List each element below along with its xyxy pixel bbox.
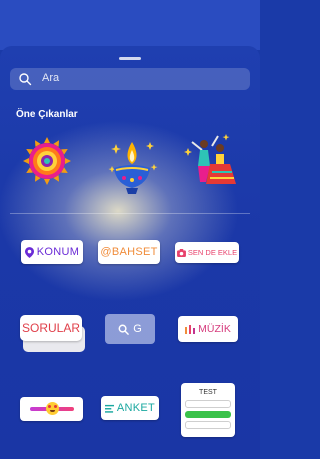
location-sticker[interactable]: KONUM: [21, 240, 83, 264]
search-bar[interactable]: Ara: [10, 68, 250, 90]
gif-search-sticker[interactable]: G: [105, 314, 155, 344]
music-bars-icon: [185, 324, 196, 334]
featured-title: Öne Çıkanlar: [16, 109, 78, 120]
mention-sticker[interactable]: @BAHSET: [98, 240, 160, 264]
camera-icon: [176, 248, 186, 257]
heart-eyes-emoji-icon: [45, 402, 59, 415]
section-divider: [10, 213, 250, 214]
gif-search-icon: [118, 324, 130, 335]
questions-label: SORULAR: [21, 321, 80, 335]
music-sticker[interactable]: MÜZİK: [178, 316, 238, 342]
add-yours-label: SEN DE EKLE: [187, 248, 238, 257]
dancers-sticker[interactable]: [180, 128, 242, 194]
quiz-correct-option: [185, 411, 231, 418]
sheet-drag-handle[interactable]: [119, 57, 141, 60]
questions-sticker[interactable]: SORULAR: [20, 315, 82, 341]
search-input[interactable]: Ara: [42, 72, 59, 84]
music-label: MÜZİK: [198, 323, 231, 335]
status-area: [0, 0, 260, 50]
poll-label: ANKET: [116, 402, 156, 414]
quiz-label: TEST: [199, 389, 217, 396]
poll-lines-icon: [104, 404, 114, 413]
quiz-sticker[interactable]: TEST: [181, 383, 235, 437]
emoji-slider-sticker[interactable]: [20, 397, 83, 421]
quiz-option: [185, 400, 231, 408]
quiz-option: [185, 421, 231, 429]
poll-sticker[interactable]: ANKET: [101, 396, 159, 420]
search-icon: [19, 73, 32, 86]
add-yours-sticker[interactable]: SEN DE EKLE: [175, 242, 239, 263]
mention-label: @BAHSET: [100, 246, 158, 258]
gif-search-label: G: [133, 323, 142, 335]
location-label: KONUM: [36, 246, 80, 258]
diya-lamp-sticker[interactable]: [102, 132, 162, 196]
mandala-sticker[interactable]: [22, 136, 72, 186]
slider-track: [29, 402, 74, 415]
location-pin-icon: [24, 246, 34, 258]
